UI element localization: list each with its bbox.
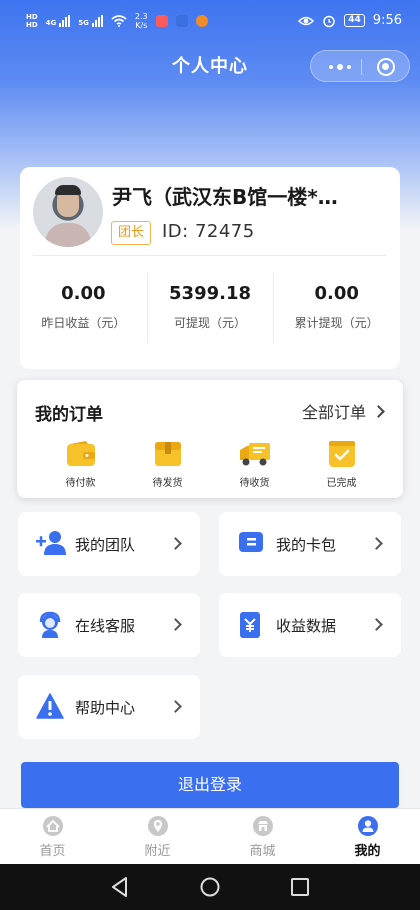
chevron-right-icon	[370, 618, 383, 631]
menu-my-cards[interactable]: 我的卡包	[219, 512, 401, 576]
tab-nearby[interactable]: 附近	[105, 809, 210, 864]
orders-title: 我的订单	[35, 405, 103, 425]
weibo-icon	[195, 15, 208, 27]
signal-icon-2: 5G	[78, 15, 103, 27]
add-user-icon	[36, 531, 66, 555]
all-orders-link[interactable]: 全部订单	[302, 399, 385, 423]
stat-total-withdrawn[interactable]: 0.00 累计提现（元）	[273, 271, 400, 347]
clock: 9:56	[372, 13, 402, 28]
menu-my-team[interactable]: 我的团队	[18, 512, 200, 576]
stat-yesterday-earnings[interactable]: 0.00 昨日收益（元）	[20, 271, 147, 347]
home-nav-icon[interactable]	[199, 876, 221, 898]
battery-icon: 44	[344, 14, 365, 27]
earnings-stats: 0.00 昨日收益（元） 5399.18 可提现（元） 0.00 累计提现（元）	[20, 271, 400, 347]
order-to-receive[interactable]: 待收货	[211, 440, 298, 489]
package-icon	[154, 442, 181, 466]
orders-card: 我的订单 全部订单 待付款 待发货 待收货 已完成	[17, 380, 403, 498]
card-icon	[239, 532, 263, 552]
system-navigation-bar	[0, 864, 420, 910]
menu-earnings-data[interactable]: 收益数据	[219, 593, 401, 657]
tab-bar: 首页 附近 商城 我的	[0, 808, 420, 864]
recents-icon[interactable]	[290, 876, 310, 898]
order-to-ship[interactable]: 待发货	[124, 440, 211, 489]
divider	[33, 255, 387, 256]
wifi-icon	[111, 15, 127, 27]
order-pending-payment[interactable]: 待付款	[37, 440, 124, 489]
chevron-right-icon	[169, 618, 182, 631]
menu-online-support[interactable]: 在线客服	[18, 593, 200, 657]
capsule-divider	[361, 59, 362, 75]
store-icon	[252, 816, 273, 836]
alarm-icon	[323, 15, 336, 27]
user-name: 尹飞（武汉东B馆一楼*…	[112, 185, 338, 209]
order-completed[interactable]: 已完成	[298, 440, 385, 489]
status-bar: HD HD 4G 5G 2.3 K/s 44 9:56	[0, 0, 420, 44]
user-icon	[357, 816, 378, 836]
hd-indicator: HD HD	[26, 13, 38, 29]
close-program-icon[interactable]	[377, 58, 395, 76]
chevron-right-icon	[372, 404, 385, 418]
truck-icon	[239, 443, 270, 466]
done-icon	[328, 441, 355, 467]
signal-icon: 4G	[46, 15, 71, 27]
tab-mall[interactable]: 商城	[210, 809, 315, 864]
mini-program-capsule[interactable]	[310, 50, 410, 82]
chevron-right-icon	[370, 537, 383, 550]
app-notification-icon-2	[175, 15, 188, 27]
support-icon	[39, 611, 61, 638]
chevron-right-icon	[169, 700, 182, 713]
earnings-icon	[240, 612, 260, 638]
net-speed: 2.3 K/s	[134, 12, 148, 30]
profile-card: 尹飞（武汉东B馆一楼*… 团长 ID: 72475 0.00 昨日收益（元） 5…	[20, 167, 400, 369]
wallet-icon	[66, 441, 95, 466]
stat-withdrawable[interactable]: 5399.18 可提现（元）	[146, 271, 274, 347]
avatar[interactable]	[33, 177, 103, 247]
menu-help-center[interactable]: 帮助中心	[18, 675, 200, 739]
home-icon	[42, 816, 63, 836]
chevron-right-icon	[169, 537, 182, 550]
eye-icon	[298, 16, 315, 25]
back-icon[interactable]	[110, 876, 130, 898]
app-notification-icon	[155, 15, 168, 27]
tab-home[interactable]: 首页	[0, 809, 105, 864]
tab-mine[interactable]: 我的	[315, 809, 420, 864]
warning-icon	[36, 693, 64, 719]
role-badge: 团长	[111, 221, 152, 245]
location-icon	[147, 816, 168, 836]
user-id: ID: 72475	[162, 221, 255, 242]
more-icon[interactable]	[329, 64, 351, 70]
logout-button[interactable]: 退出登录	[21, 762, 399, 808]
